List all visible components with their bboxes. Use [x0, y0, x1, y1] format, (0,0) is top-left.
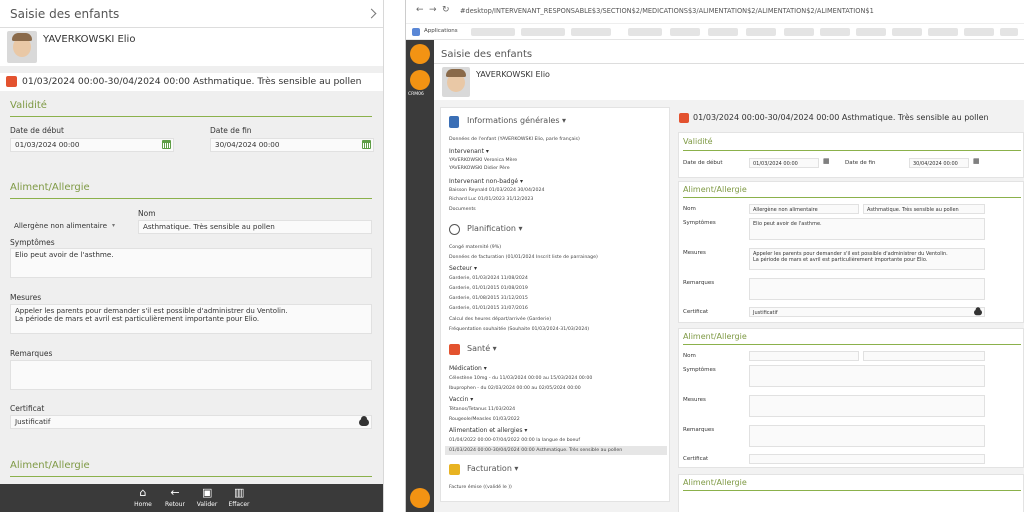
- measures-input[interactable]: [749, 395, 985, 417]
- forward-icon[interactable]: →: [429, 5, 437, 15]
- info-title[interactable]: Informations générales ▾: [467, 116, 566, 125]
- type-select[interactable]: Allergène non alimentaire: [749, 204, 859, 214]
- symptoms-input[interactable]: [749, 365, 985, 387]
- url-text[interactable]: #desktop/INTERVENANT_RESPONSABLE$3/SECTI…: [460, 7, 874, 15]
- side-rail: CRM06: [406, 40, 434, 512]
- calendar-icon[interactable]: ▦: [973, 157, 980, 165]
- clock-icon: [449, 224, 460, 235]
- back-icon[interactable]: ←: [416, 5, 424, 15]
- info-icon: [449, 116, 459, 128]
- measures-input[interactable]: Appeler les parents pour demander s'il e…: [749, 248, 985, 270]
- reload-icon[interactable]: ↻: [442, 5, 450, 15]
- end-date-label: Date de fin: [210, 126, 252, 135]
- measures-input[interactable]: Appeler les parents pour demander s'il e…: [10, 304, 372, 334]
- allergy-card-3: Aliment/Allergie: [678, 474, 1024, 512]
- mobile-view: Saisie des enfants YAVERKOWSKI Elio 01/0…: [0, 0, 384, 512]
- end-date-input[interactable]: 30/04/2024 00:00: [210, 138, 374, 152]
- chevron-down-icon: ▾: [112, 222, 116, 229]
- measures-line: La période de mars et avril est particul…: [15, 315, 260, 324]
- name-input[interactable]: Asthmatique. Très sensible au pollen: [138, 220, 372, 234]
- allergy-entry-text: 01/03/2024 00:00-30/04/2024 00:00 Asthma…: [22, 76, 362, 87]
- desktop-view: ← → ↻ #desktop/INTERVENANT_RESPONSABLE$3…: [405, 0, 1024, 512]
- browser-address-bar: ← → ↻ #desktop/INTERVENANT_RESPONSABLE$3…: [406, 0, 1024, 24]
- start-date-input[interactable]: 01/03/2024 00:00: [749, 158, 819, 168]
- remarks-input[interactable]: [10, 360, 372, 390]
- allergy-entry[interactable]: 01/03/2024 00:00-30/04/2024 00:00 Asthma…: [0, 73, 383, 91]
- measures-line: Appeler les parents pour demander s'il e…: [15, 307, 288, 315]
- allergy-card: Aliment/Allergie Nom Allergène non alime…: [678, 181, 1024, 323]
- validity-card: Validité Date de début 01/03/2024 00:00 …: [678, 132, 1024, 178]
- calendar-icon[interactable]: [162, 140, 171, 149]
- page-title: Saisie des enfants: [441, 49, 533, 60]
- facturation-title[interactable]: Facturation ▾: [467, 464, 518, 473]
- remarks-label: Remarques: [10, 349, 53, 358]
- symptoms-input[interactable]: Elio peut avoir de l'asthme.: [10, 248, 372, 278]
- bookmark-apps[interactable]: Applications: [424, 28, 458, 34]
- remarks-input[interactable]: [749, 278, 985, 300]
- allergy-header: 01/03/2024 00:00-30/04/2024 00:00 Asthma…: [693, 113, 989, 122]
- child-header: YAVERKOWSKI Elio: [434, 64, 1024, 100]
- menu-icon[interactable]: [410, 488, 430, 508]
- allergy-icon: [679, 113, 689, 123]
- certificate-input[interactable]: [749, 454, 985, 464]
- bottom-toolbar: ⌂ Home ← Retour ▣ Valider ▥ Effacer: [0, 484, 383, 512]
- section-title: Aliment/Allergie: [10, 460, 90, 471]
- start-date-input[interactable]: 01/03/2024 00:00: [10, 138, 174, 152]
- desktop-header: Saisie des enfants: [434, 40, 1024, 64]
- allergy-icon: [6, 76, 17, 87]
- name-label: Nom: [138, 209, 156, 218]
- section-title: Aliment/Allergie: [10, 182, 90, 193]
- planification-title[interactable]: Planification ▾: [467, 224, 522, 233]
- back-button[interactable]: ← Retour: [160, 484, 190, 512]
- avatar: [442, 67, 470, 97]
- remarks-input[interactable]: [749, 425, 985, 447]
- certificate-input[interactable]: Justificatif: [749, 307, 985, 317]
- home-icon[interactable]: [410, 44, 430, 64]
- home-icon: ⌂: [139, 486, 147, 499]
- arrow-left-icon: ←: [170, 486, 180, 499]
- child-summary-panel: Informations générales ▾ Données de l'en…: [440, 107, 670, 502]
- floppy-icon: ▣: [202, 486, 213, 499]
- child-name: YAVERKOWSKI Elio: [476, 70, 550, 79]
- name-input[interactable]: Asthmatique. Très sensible au pollen: [863, 204, 985, 214]
- type-select[interactable]: [749, 351, 859, 361]
- start-date-label: Date de début: [10, 126, 64, 135]
- measures-label: Mesures: [10, 293, 42, 302]
- page-title: Saisie des enfants: [10, 7, 120, 21]
- symptoms-input[interactable]: Elio peut avoir de l'asthme.: [749, 218, 985, 240]
- allergy-card-empty: Aliment/Allergie Nom Symptômes Mesures R…: [678, 328, 1024, 468]
- mobile-topbar: Saisie des enfants: [0, 0, 383, 28]
- sante-title[interactable]: Santé ▾: [467, 344, 497, 353]
- bookmarks-bar: Applications: [406, 24, 1024, 40]
- home-button[interactable]: ⌂ Home: [128, 484, 158, 512]
- type-select[interactable]: Allergène non alimentaire: [10, 220, 120, 234]
- health-icon: [449, 344, 460, 355]
- avatar: [7, 31, 37, 63]
- billing-icon: [449, 464, 460, 475]
- folder-icon[interactable]: [410, 70, 430, 90]
- calendar-icon[interactable]: ▦: [823, 157, 830, 165]
- child-header: YAVERKOWSKI Elio: [0, 28, 383, 66]
- name-input[interactable]: [863, 351, 985, 361]
- chevron-right-icon[interactable]: [366, 8, 377, 19]
- rail-label: CRM06: [408, 92, 424, 97]
- delete-button[interactable]: ▥ Effacer: [224, 484, 254, 512]
- validity-title: Validité: [10, 100, 47, 111]
- certificate-input[interactable]: Justificatif: [10, 415, 372, 429]
- symptoms-label: Symptômes: [10, 238, 55, 247]
- child-name: YAVERKOWSKI Elio: [43, 34, 136, 45]
- apps-icon: [412, 28, 420, 36]
- cloud-upload-icon[interactable]: [359, 416, 369, 426]
- save-button[interactable]: ▣ Valider: [192, 484, 222, 512]
- calendar-icon[interactable]: [362, 140, 371, 149]
- cloud-upload-icon[interactable]: [974, 307, 982, 316]
- certificate-label: Certificat: [10, 404, 45, 413]
- end-date-input[interactable]: 30/04/2024 00:00: [909, 158, 969, 168]
- trash-icon: ▥: [234, 486, 245, 499]
